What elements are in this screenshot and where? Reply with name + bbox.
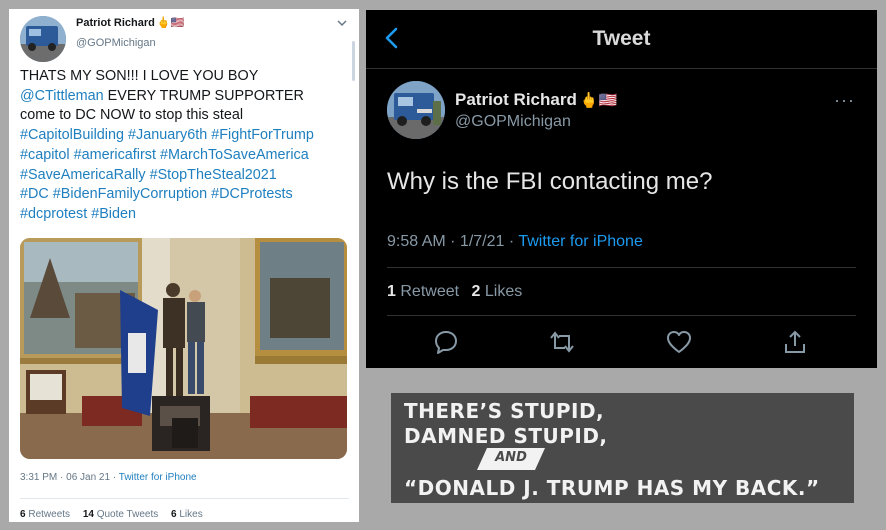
more-options-icon[interactable]: ··· <box>834 90 855 111</box>
likes-count[interactable]: 2 <box>472 283 481 300</box>
tweet-text-line: THATS MY SON!!! I LOVE YOU BOY <box>20 67 352 87</box>
tweet-text-line: come to DC NOW to stop this steal <box>20 106 352 126</box>
tweet-text-line: #SaveAmericaRally #StopTheSteal2021 <box>20 166 352 186</box>
retweets-label[interactable]: Retweets <box>28 509 70 520</box>
tweet-text-line: #CapitolBuilding #January6th #FightForTr… <box>20 126 352 146</box>
name-emoji: 🖕🇺🇸 <box>579 92 618 109</box>
display-name[interactable]: Patriot Richard 🖕🇺🇸 <box>455 90 617 110</box>
share-icon[interactable] <box>781 328 809 356</box>
tweet-text-line: #DC #BidenFamilyCorruption #DCProtests <box>20 185 352 205</box>
tweet-text-segment: EVERY TRUMP SUPPORTER <box>103 87 304 104</box>
source-link[interactable]: Twitter for iPhone <box>119 472 197 483</box>
tweet-stats: 6 Retweets 14 Quote Tweets 6 Likes <box>20 509 213 520</box>
hashtag-link[interactable]: #capitol #americafirst #MarchToSaveAmeri… <box>20 147 309 163</box>
left-tweet-card: Patriot Richard 🖕🇺🇸 @GOPMichigan THATS MY… <box>9 9 359 522</box>
quotes-label[interactable]: Quote Tweets <box>97 509 159 520</box>
tweet-text-segment: THATS MY SON!!! I LOVE YOU BOY <box>20 68 259 84</box>
avatar[interactable] <box>387 81 445 139</box>
sign-line-3: “DONALD J. TRUMP HAS MY BACK.” <box>404 476 820 500</box>
handle[interactable]: @GOPMichigan <box>455 113 571 131</box>
chevron-down-icon[interactable] <box>335 16 349 30</box>
hashtag-link[interactable]: @CTittleman <box>20 88 104 104</box>
avatar[interactable] <box>20 16 66 62</box>
tweet-photo[interactable] <box>20 238 347 459</box>
retweet-icon[interactable] <box>548 328 576 356</box>
retweets-count[interactable]: 6 <box>20 509 26 520</box>
hashtag-link[interactable]: #CapitolBuilding #January6th #FightForTr… <box>20 127 314 143</box>
and-banner: AND <box>477 447 545 471</box>
tweet-timestamp: 3:31 PM · 06 Jan 21 · Twitter for iPhone <box>20 472 197 483</box>
quote-sign: THERE’S STUPID, DAMNED STUPID, AND “DONA… <box>391 393 854 503</box>
tweet-text-segment: come to DC NOW to stop this steal <box>20 107 244 124</box>
tweet-text-line: @CTittleman EVERY TRUMP SUPPORTER <box>20 87 352 107</box>
display-name[interactable]: Patriot Richard 🖕🇺🇸 <box>76 16 184 29</box>
tweet-text-line: #dcprotest #Biden <box>20 205 352 225</box>
divider <box>387 315 856 316</box>
tweet-timestamp: 9:58 AM · 1/7/21 · Twitter for iPhone <box>387 233 643 250</box>
retweet-count[interactable]: 1 <box>387 283 396 300</box>
likes-label[interactable]: Likes <box>179 509 202 520</box>
divider <box>387 267 856 268</box>
right-tweet-card: Tweet Patriot Richard 🖕🇺🇸 @GOPMichigan ··… <box>366 10 877 368</box>
reply-icon[interactable] <box>432 328 460 356</box>
tweet-text: THATS MY SON!!! I LOVE YOU BOY @CTittlema… <box>20 67 352 225</box>
retweet-label[interactable]: Retweet <box>400 283 459 300</box>
hashtag-link[interactable]: #dcprotest #Biden <box>20 206 136 222</box>
hashtag-link[interactable]: #SaveAmericaRally #StopTheSteal2021 <box>20 167 277 183</box>
and-text: AND <box>495 450 527 465</box>
header-divider <box>366 68 877 69</box>
header-title: Tweet <box>592 27 651 50</box>
sign-line-2: DAMNED STUPID, <box>404 424 608 448</box>
sign-line-1: THERE’S STUPID, <box>404 399 605 423</box>
action-bar <box>366 328 877 356</box>
tweet-text: Why is the FBI contacting me? <box>387 168 713 195</box>
scrollbar[interactable] <box>352 41 355 81</box>
name-emoji: 🖕🇺🇸 <box>156 17 185 29</box>
tweet-stats: 1 Retweet 2 Likes <box>387 283 522 301</box>
divider <box>20 498 349 499</box>
source-link[interactable]: Twitter for iPhone <box>518 233 643 250</box>
tweet-text-line: #capitol #americafirst #MarchToSaveAmeri… <box>20 146 352 166</box>
quotes-count[interactable]: 14 <box>83 509 94 520</box>
handle[interactable]: @GOPMichigan <box>76 37 156 49</box>
likes-count[interactable]: 6 <box>171 509 177 520</box>
likes-label[interactable]: Likes <box>485 283 522 300</box>
hashtag-link[interactable]: #DC #BidenFamilyCorruption #DCProtests <box>20 186 293 202</box>
like-icon[interactable] <box>665 328 693 356</box>
